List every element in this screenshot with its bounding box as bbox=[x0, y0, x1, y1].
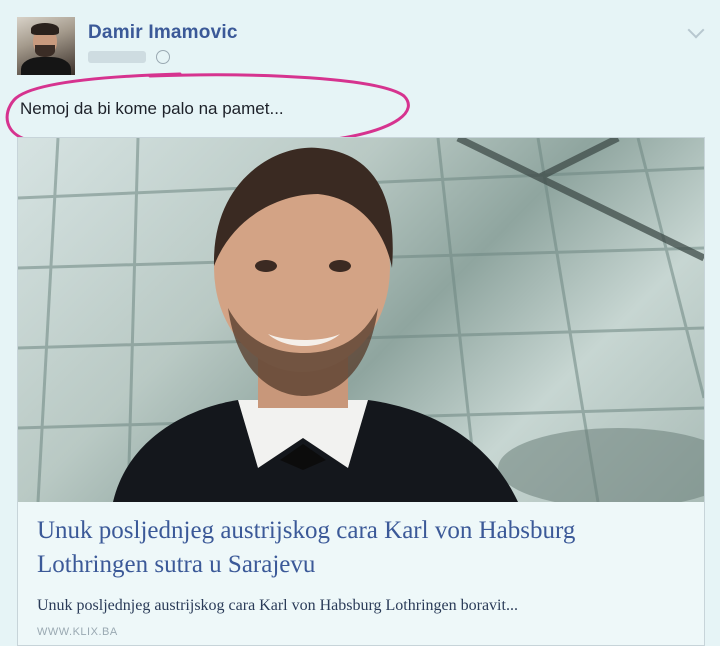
article-headline[interactable]: Unuk posljednjeg austrijskog cara Karl v… bbox=[37, 514, 687, 582]
facebook-post: Damir Imamovic Nemoj da bi kome palo na … bbox=[0, 0, 720, 646]
link-preview-card[interactable]: Unuk posljednjeg austrijskog cara Karl v… bbox=[17, 137, 705, 646]
article-photo-illustration bbox=[18, 138, 704, 502]
post-timestamp[interactable] bbox=[88, 51, 146, 63]
globe-icon bbox=[156, 50, 170, 64]
avatar-beard bbox=[35, 45, 55, 57]
article-domain: WWW.KLIX.BA bbox=[37, 626, 118, 638]
article-description: Unuk posljednjeg austrijskog cara Karl v… bbox=[37, 597, 518, 614]
avatar-hair bbox=[31, 23, 59, 35]
article-photo[interactable] bbox=[18, 138, 704, 502]
chevron-down-icon[interactable] bbox=[687, 21, 705, 39]
post-meta bbox=[88, 50, 188, 67]
avatar[interactable] bbox=[17, 17, 75, 75]
author-name[interactable]: Damir Imamovic bbox=[88, 22, 238, 44]
